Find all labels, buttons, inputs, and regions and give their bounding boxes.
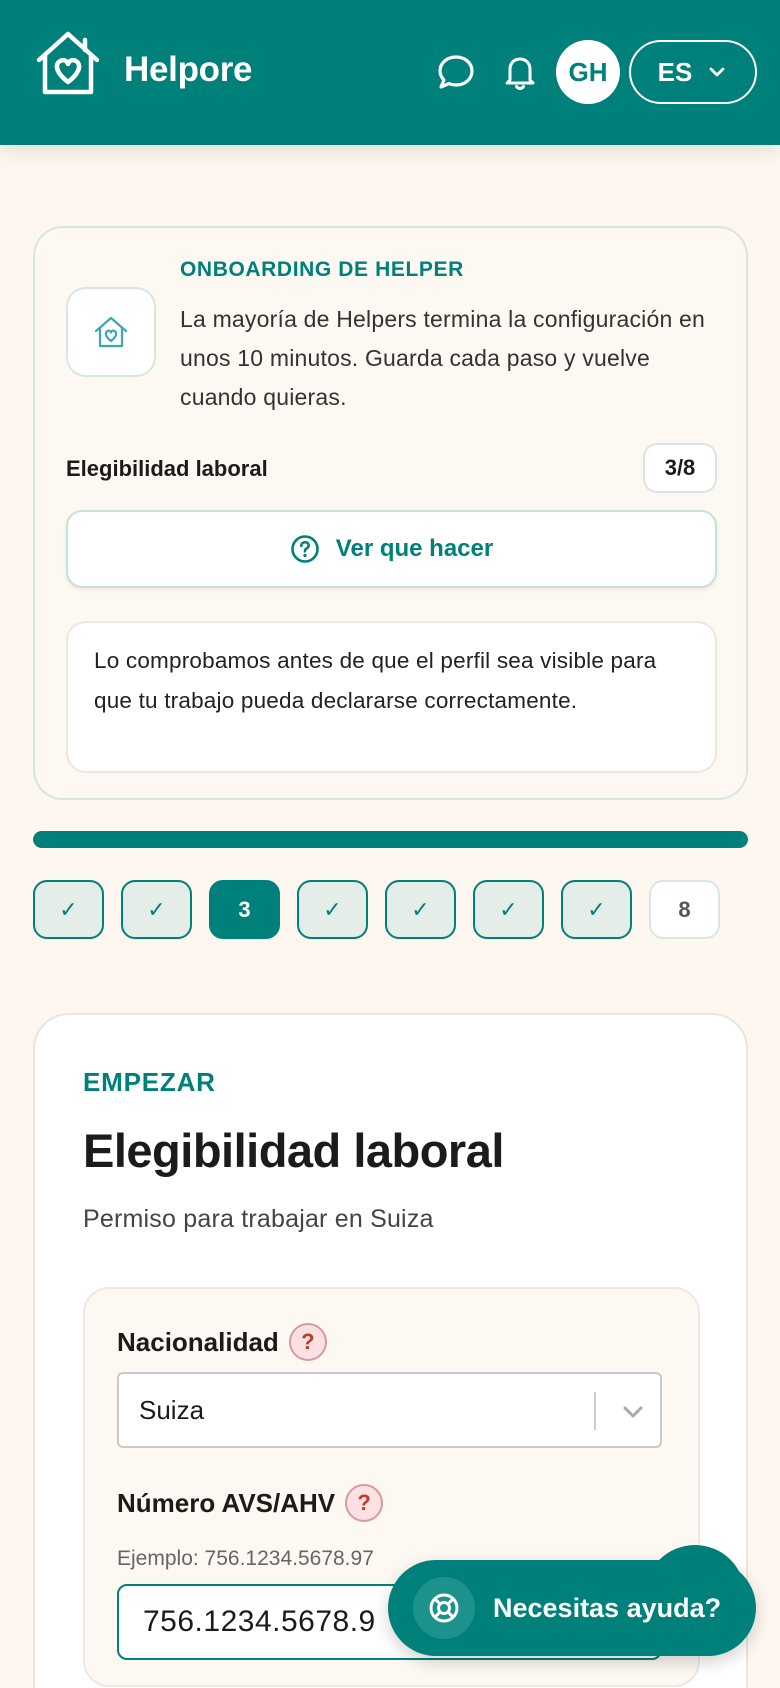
chevron-down-icon: [623, 1406, 643, 1418]
onboarding-description: La mayoría de Helpers termina la configu…: [180, 306, 706, 410]
step-button-2[interactable]: ✓: [121, 880, 192, 939]
nationality-label-row: Nacionalidad ?: [117, 1323, 327, 1361]
step-counter-badge: 3/8: [643, 443, 717, 493]
nationality-label: Nacionalidad: [117, 1326, 279, 1357]
step-button-6[interactable]: ✓: [473, 880, 544, 939]
onboarding-icon-box: [66, 287, 156, 377]
avs-label: Número AVS/AHV: [117, 1487, 336, 1518]
step-button-8[interactable]: 8: [649, 880, 720, 939]
avs-help-icon[interactable]: ?: [345, 1484, 384, 1522]
page-title: Elegibilidad laboral: [83, 1124, 504, 1177]
onboarding-kicker: ONBOARDING DE HELPER: [180, 258, 464, 281]
step-button-3[interactable]: 3: [209, 880, 280, 939]
bell-icon[interactable]: [500, 52, 540, 92]
question-circle-icon: [290, 535, 319, 563]
step-button-1[interactable]: ✓: [33, 880, 104, 939]
step-button-7[interactable]: ✓: [561, 880, 632, 939]
nationality-help-icon[interactable]: ?: [288, 1323, 327, 1361]
brand-name: Helpore: [124, 50, 253, 89]
lifebuoy-icon: [413, 1577, 475, 1639]
help-fab-label: Necesitas ayuda?: [493, 1592, 722, 1623]
onboarding-card: ONBOARDING DE HELPER La mayoría de Helpe…: [33, 226, 748, 800]
step-button-5[interactable]: ✓: [385, 880, 456, 939]
what-to-do-button[interactable]: Ver que hacer: [66, 510, 717, 588]
current-step-title: Elegibilidad laboral: [66, 456, 268, 481]
avs-label-row: Número AVS/AHV ?: [117, 1484, 384, 1522]
nationality-select[interactable]: Suiza: [117, 1372, 662, 1448]
chevron-down-icon: [709, 67, 725, 77]
language-selector[interactable]: ES: [629, 40, 757, 104]
chat-icon[interactable]: [436, 52, 476, 92]
progress-fill: [33, 831, 748, 848]
select-divider: [594, 1392, 596, 1430]
language-label: ES: [657, 56, 693, 87]
step-button-4[interactable]: ✓: [297, 880, 368, 939]
eligibility-note: Lo comprobamos antes de que el perfil se…: [66, 621, 717, 773]
what-to-do-label: Ver que hacer: [335, 535, 494, 562]
app-header: Helpore GH ES: [0, 0, 780, 145]
page-subtitle: Permiso para trabajar en Suiza: [83, 1205, 434, 1233]
avs-hint: Ejemplo: 756.1234.5678.97: [117, 1547, 374, 1570]
nationality-value: Suiza: [139, 1394, 205, 1425]
user-avatar[interactable]: GH: [556, 40, 620, 104]
onboarding-progress-bar: [33, 831, 748, 848]
section-kicker: EMPEZAR: [83, 1067, 216, 1097]
house-heart-icon: [94, 316, 128, 348]
house-heart-icon[interactable]: [33, 28, 103, 98]
help-fab-button[interactable]: Necesitas ayuda?: [388, 1560, 756, 1656]
